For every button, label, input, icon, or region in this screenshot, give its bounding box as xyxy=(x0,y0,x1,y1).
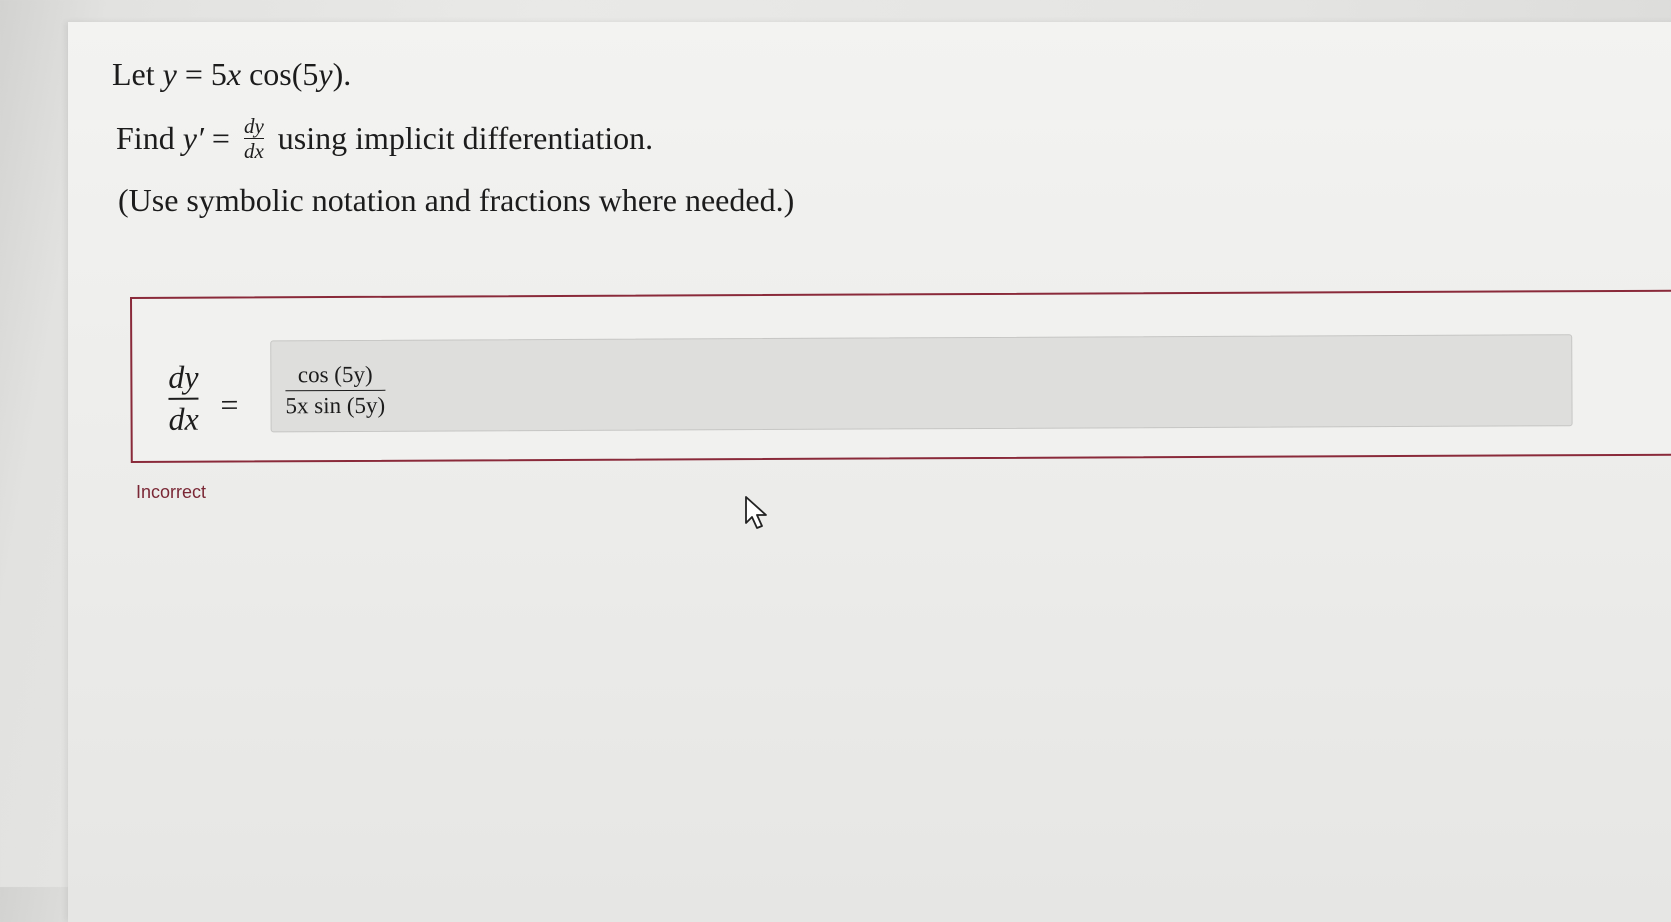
answer-fraction: cos (5y) 5x sin (5y) xyxy=(285,361,386,419)
problem-statement: Let y = 5x cos(5y). xyxy=(112,56,352,92)
answer-box: dy dx = cos (5y) 5x sin (5y) xyxy=(130,289,1671,463)
answer-denominator: 5x sin (5y) xyxy=(285,392,386,419)
mouse-pointer-icon xyxy=(745,496,767,529)
status-incorrect: Incorrect xyxy=(136,482,207,502)
answer-input[interactable]: cos (5y) 5x sin (5y) xyxy=(270,334,1573,433)
equals-sign: = xyxy=(220,386,239,423)
answer-numerator: cos (5y) xyxy=(297,361,373,388)
notation-hint: (Use symbolic notation and fractions whe… xyxy=(118,182,795,218)
dydx-fraction: dy dx xyxy=(243,114,264,164)
task-instruction: Find y′ = dy dx using implicit differenti… xyxy=(116,114,654,164)
derivative-label: dy dx xyxy=(168,358,199,437)
